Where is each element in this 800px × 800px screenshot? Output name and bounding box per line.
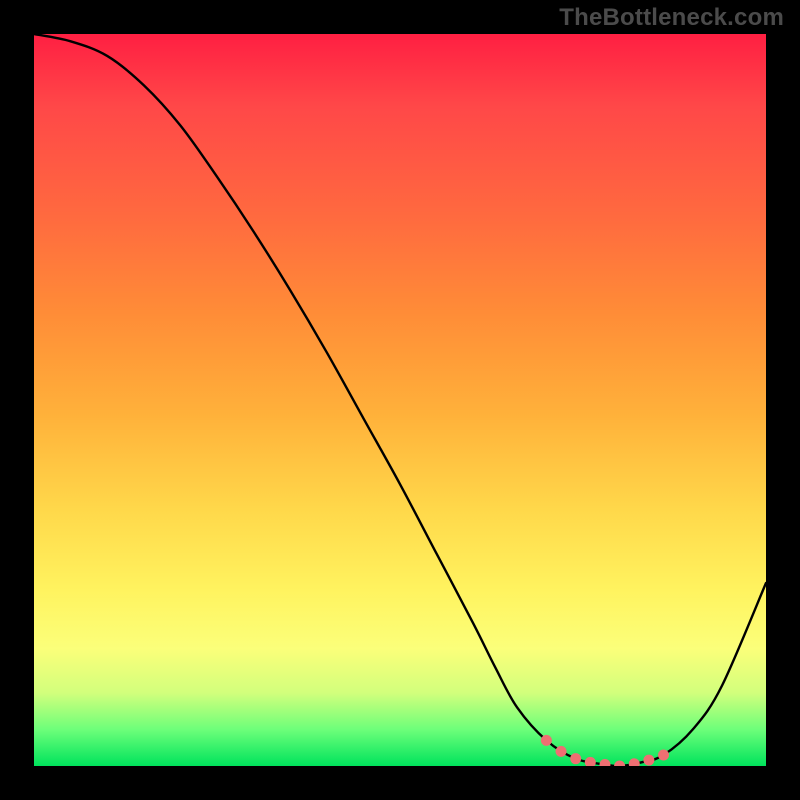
- highlight-dot: [658, 750, 669, 761]
- highlight-dot: [570, 753, 581, 764]
- highlight-dot: [541, 735, 552, 746]
- highlight-dot: [614, 761, 625, 767]
- highlight-dot: [585, 757, 596, 766]
- highlight-dots-group: [541, 735, 669, 766]
- watermark-text: TheBottleneck.com: [559, 4, 784, 32]
- highlight-dot: [643, 755, 654, 766]
- plot-area: [34, 34, 766, 766]
- highlight-dot: [599, 759, 610, 766]
- highlight-dot: [629, 758, 640, 766]
- curve-layer: [34, 34, 766, 766]
- highlight-dot: [556, 746, 567, 757]
- bottleneck-curve-path: [34, 34, 766, 766]
- chart-frame: TheBottleneck.com: [0, 0, 800, 800]
